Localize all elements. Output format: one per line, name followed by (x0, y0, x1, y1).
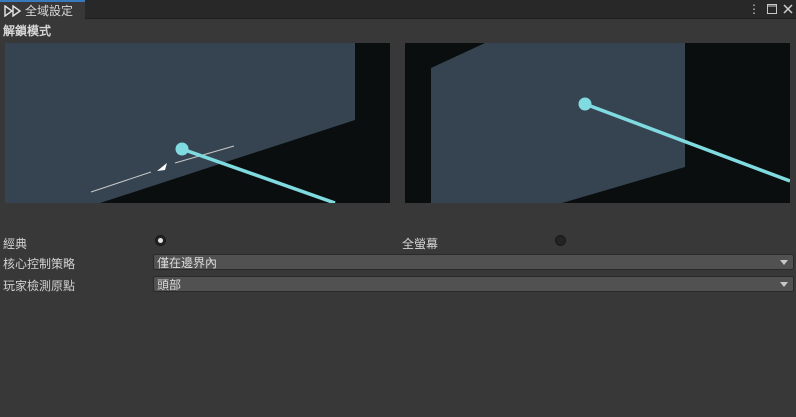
chevron-down-icon (780, 281, 788, 287)
preview-fullscreen (405, 43, 790, 203)
option-fullscreen-radio[interactable] (555, 235, 566, 246)
player-detect-label: 玩家檢測原點 (3, 279, 76, 293)
logo-icon (4, 4, 22, 17)
maximize-icon[interactable] (765, 1, 779, 16)
section-title-unlock-mode: 解鎖模式 (3, 24, 52, 38)
close-icon[interactable] (781, 1, 795, 16)
ray-origin (578, 97, 592, 111)
tab-global-settings[interactable]: 全域設定 (0, 0, 85, 19)
option-classic-radio[interactable] (155, 235, 166, 246)
ray-origin (175, 142, 189, 156)
player-detect-value: 頭部 (157, 277, 182, 292)
chevron-down-icon (780, 259, 788, 265)
more-options-icon[interactable]: ⋮ (747, 1, 761, 16)
core-control-value: 僅在邊界內 (157, 255, 218, 270)
tab-title: 全域設定 (25, 4, 74, 18)
core-control-label: 核心控制策略 (3, 257, 76, 271)
core-control-dropdown[interactable]: 僅在邊界內 (153, 254, 794, 270)
tab-bar: 全域設定 ⋮ (0, 0, 796, 19)
option-fullscreen-label: 全螢幕 (402, 237, 439, 251)
preview-classic (5, 43, 390, 203)
player-detect-dropdown[interactable]: 頭部 (153, 276, 794, 292)
option-classic-label: 經典 (3, 237, 28, 251)
